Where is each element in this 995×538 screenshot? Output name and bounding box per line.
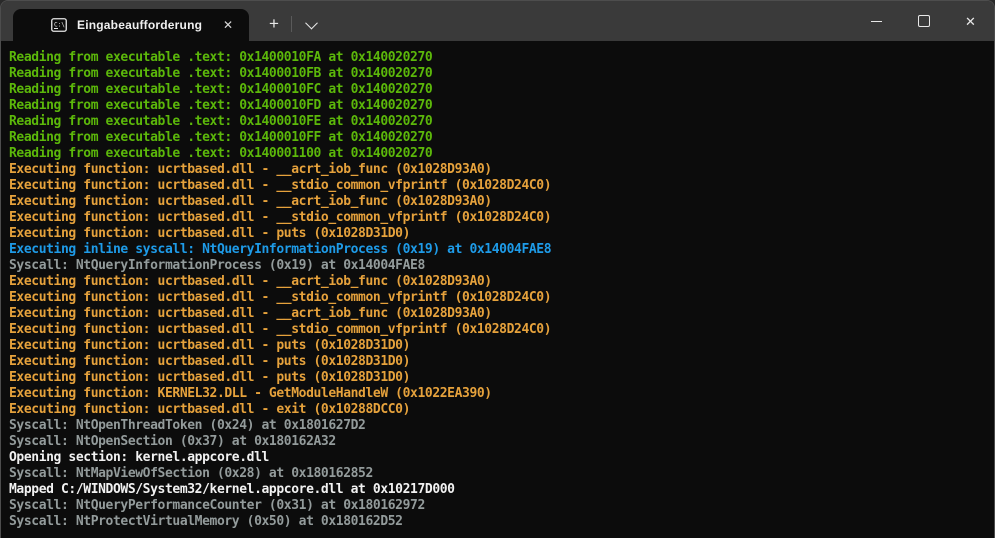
tab-close-icon[interactable]: ✕ (217, 14, 239, 36)
terminal-line: Executing function: ucrtbased.dll - exit… (9, 402, 986, 418)
terminal-line: Executing function: ucrtbased.dll - __st… (9, 210, 986, 226)
terminal-line: Executing function: ucrtbased.dll - puts… (9, 370, 986, 386)
terminal-line: Reading from executable .text: 0x1400010… (9, 114, 986, 130)
terminal-line: Executing inline syscall: NtQueryInforma… (9, 242, 986, 258)
close-icon: ✕ (965, 15, 976, 28)
titlebar-drag-region[interactable] (326, 1, 853, 41)
terminal-window: C:\ Eingabeaufforderung ✕ + ✕ (0, 0, 995, 538)
terminal-line: Syscall: NtQueryInformationProcess (0x19… (9, 258, 986, 274)
terminal-line: Opening section: kernel.appcore.dll (9, 450, 986, 466)
terminal-line: Executing function: ucrtbased.dll - __ac… (9, 274, 986, 290)
terminal-line: Syscall: NtOpenThreadToken (0x24) at 0x1… (9, 418, 986, 434)
terminal-line: Reading from executable .text: 0x1400010… (9, 98, 986, 114)
terminal-line: Executing function: ucrtbased.dll - __st… (9, 178, 986, 194)
terminal-line: Executing function: ucrtbased.dll - __ac… (9, 306, 986, 322)
terminal-line: Executing function: ucrtbased.dll - __ac… (9, 194, 986, 210)
terminal-line: Mapped C:/WINDOWS/System32/kernel.appcor… (9, 482, 986, 498)
terminal-line: Syscall: NtMapViewOfSection (0x28) at 0x… (9, 466, 986, 482)
new-tab-button[interactable]: + (259, 9, 289, 39)
terminal-line: Executing function: ucrtbased.dll - __ac… (9, 162, 986, 178)
terminal-line: Executing function: ucrtbased.dll - __st… (9, 290, 986, 306)
window-controls: ✕ (853, 1, 994, 41)
terminal-line: Executing function: ucrtbased.dll - __st… (9, 322, 986, 338)
terminal-line: Syscall: NtQueryPerformanceCounter (0x31… (9, 498, 986, 514)
chevron-down-icon (305, 16, 318, 29)
terminal-line: Executing function: ucrtbased.dll - puts… (9, 226, 986, 242)
close-button[interactable]: ✕ (947, 1, 994, 41)
terminal-line: Reading from executable .text: 0x1400010… (9, 130, 986, 146)
minimize-icon (871, 21, 882, 22)
terminal-line: Reading from executable .text: 0x1400010… (9, 66, 986, 82)
maximize-icon (918, 15, 930, 27)
maximize-button[interactable] (900, 1, 947, 41)
tab-eingabeaufforderung[interactable]: C:\ Eingabeaufforderung ✕ (13, 9, 249, 41)
cmd-prompt-icon: C:\ (51, 17, 67, 33)
terminal-line: Executing function: KERNEL32.DLL - GetMo… (9, 386, 986, 402)
plus-icon: + (269, 14, 279, 34)
tab-dropdown-button[interactable] (296, 9, 326, 39)
terminal-line: Syscall: NtOpenSection (0x37) at 0x18016… (9, 434, 986, 450)
terminal-line: Syscall: NtProtectVirtualMemory (0x50) a… (9, 514, 986, 530)
terminal-line: Reading from executable .text: 0x1400010… (9, 82, 986, 98)
tabbar-separator (291, 16, 292, 32)
terminal-line: Executing function: ucrtbased.dll - puts… (9, 338, 986, 354)
terminal-line: Executing function: ucrtbased.dll - puts… (9, 354, 986, 370)
svg-text:C:\: C:\ (54, 22, 65, 29)
titlebar: C:\ Eingabeaufforderung ✕ + ✕ (1, 1, 994, 41)
terminal-line: Reading from executable .text: 0x1400010… (9, 50, 986, 66)
tab-title: Eingabeaufforderung (77, 18, 217, 32)
terminal-output[interactable]: Reading from executable .text: 0x1400010… (1, 41, 994, 538)
terminal-line: Reading from executable .text: 0x1400011… (9, 146, 986, 162)
minimize-button[interactable] (853, 1, 900, 41)
